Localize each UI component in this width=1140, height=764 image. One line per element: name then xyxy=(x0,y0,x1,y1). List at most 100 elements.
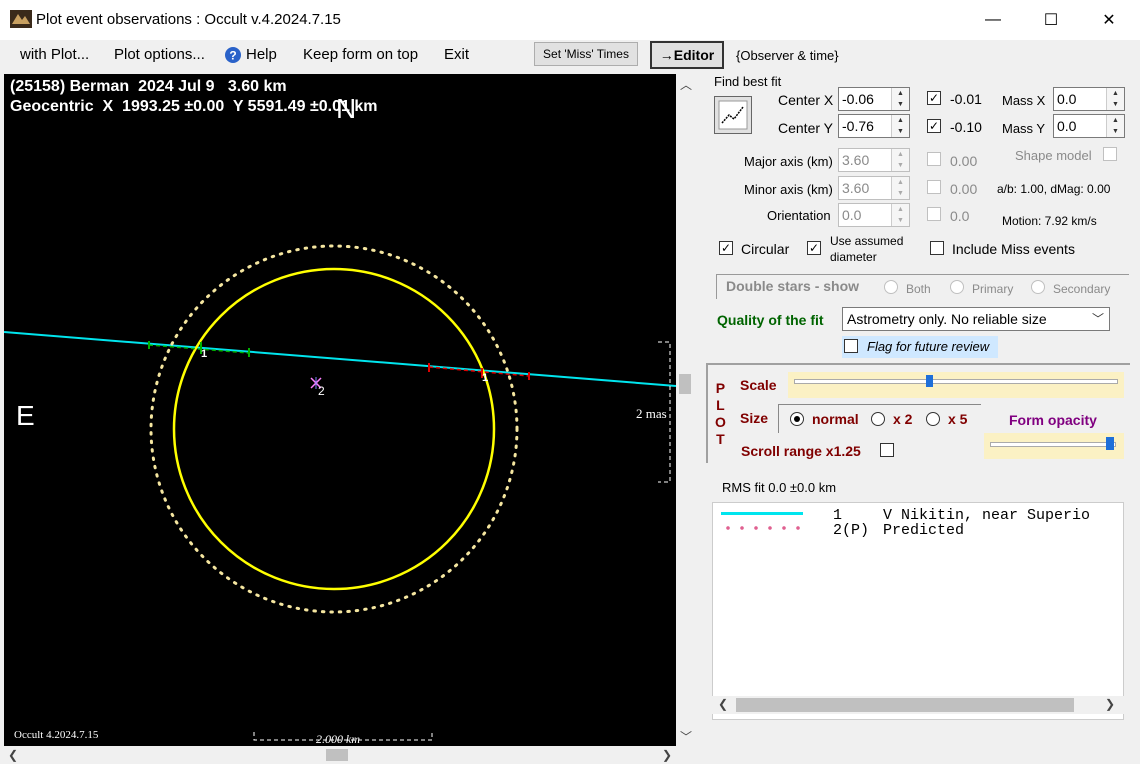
quality-dropdown[interactable]: Astrometry only. No reliable size ﹀ xyxy=(842,307,1110,331)
maximize-button[interactable]: ☐ xyxy=(1022,0,1080,40)
orientation-label: Orientation xyxy=(767,208,831,223)
shape-model-checkbox[interactable] xyxy=(1103,147,1117,161)
spin-arrows-icon[interactable]: ▲ ▼ xyxy=(891,149,909,171)
plot-canvas[interactable]: (25158) Berman 2024 Jul 9 3.60 km Geocen… xyxy=(4,74,676,746)
minor-axis-input[interactable]: 3.60 ▲ ▼ xyxy=(838,176,910,200)
fit-ellipse xyxy=(172,267,496,591)
flag-review-checkbox[interactable] xyxy=(844,339,858,353)
spin-arrows-icon[interactable]: ▲ ▼ xyxy=(891,204,909,226)
major-axis-checkbox[interactable] xyxy=(927,152,941,166)
center-label: 2 xyxy=(318,384,325,398)
menu-plot-options[interactable]: Plot options... xyxy=(114,46,205,63)
editor-button[interactable]: →Editor xyxy=(650,41,724,69)
orientation-checkbox[interactable] xyxy=(927,207,941,221)
rms-fit-label: RMS fit 0.0 ±0.0 km xyxy=(722,480,837,495)
scale-slider[interactable] xyxy=(788,372,1124,398)
major-axis-input[interactable]: 3.60 ▲ ▼ xyxy=(838,148,910,172)
spin-arrows-icon[interactable]: ▲ ▼ xyxy=(891,177,909,199)
scale-label: Scale xyxy=(740,377,777,393)
menu-keep-on-top[interactable]: Keep form on top xyxy=(303,46,418,63)
center-y-checkbox[interactable]: ✓ xyxy=(927,119,941,133)
motion-label: Motion: 7.92 km/s xyxy=(1002,214,1097,228)
diameter-label: diameter xyxy=(830,250,877,264)
double-stars-label: Double stars - show xyxy=(726,278,860,294)
legend-name-2: Predicted xyxy=(883,522,965,539)
size-label: Size xyxy=(740,410,769,426)
center-x-checkbox[interactable]: ✓ xyxy=(927,91,941,105)
spin-arrows-icon[interactable]: ▲ ▼ xyxy=(891,88,909,110)
orientation-input[interactable]: 0.0 ▲ ▼ xyxy=(838,203,910,227)
center-y-value: -0.76 xyxy=(842,118,874,134)
major-axis-step: 0.00 xyxy=(950,153,978,169)
panel-vscroll-thumb[interactable] xyxy=(679,374,691,394)
secondary-radio[interactable] xyxy=(1031,280,1045,294)
opacity-thumb[interactable] xyxy=(1106,437,1115,450)
minor-axis-checkbox[interactable] xyxy=(927,180,941,194)
quality-label: Quality of the fit xyxy=(717,312,824,328)
scale-thumb[interactable] xyxy=(926,375,934,387)
legend-num-2: 2(P) xyxy=(833,522,870,539)
mass-y-input[interactable]: 0.0 ▲ ▼ xyxy=(1053,114,1125,138)
menu-help[interactable]: Help xyxy=(246,46,277,63)
include-miss-checkbox[interactable] xyxy=(930,241,944,255)
scroll-range-checkbox[interactable] xyxy=(880,443,894,457)
size-normal-radio[interactable] xyxy=(790,412,804,426)
plot-side-label: P L O T xyxy=(715,380,726,448)
mass-x-input[interactable]: 0.0 ▲ ▼ xyxy=(1053,87,1125,111)
legend-scroll-left-icon[interactable]: ❮ xyxy=(718,697,728,711)
app-icon xyxy=(10,10,32,28)
fit-chart-icon xyxy=(718,100,748,130)
scroll-down-icon[interactable]: ﹀ xyxy=(680,728,692,745)
include-miss-label: Include Miss events xyxy=(952,241,1075,257)
menu-with-plot[interactable]: with Plot... xyxy=(20,46,89,63)
center-x-input[interactable]: -0.06 ▲ ▼ xyxy=(838,87,910,111)
plot-letter: L xyxy=(716,397,725,413)
minimize-button[interactable]: — xyxy=(964,0,1022,40)
major-axis-value: 3.60 xyxy=(842,152,870,168)
size-x2-radio[interactable] xyxy=(871,412,885,426)
shape-model-label: Shape model xyxy=(1015,148,1092,163)
window-title: Plot event observations : Occult v.4.202… xyxy=(36,11,341,28)
chord-label: 1 xyxy=(201,348,208,360)
use-assumed-checkbox[interactable]: ✓ xyxy=(807,241,821,255)
legend-scroll-right-icon[interactable]: ❯ xyxy=(1105,697,1115,711)
scroll-left-icon[interactable]: ❮ xyxy=(8,748,18,762)
orientation-value: 0.0 xyxy=(842,207,862,223)
best-fit-button[interactable] xyxy=(714,96,752,134)
set-miss-times-button[interactable]: Set 'Miss' Times xyxy=(534,42,638,66)
use-assumed-label: Use assumed xyxy=(830,234,904,248)
major-axis-label: Major axis (km) xyxy=(744,154,833,169)
primary-radio[interactable] xyxy=(950,280,964,294)
spin-arrows-icon[interactable]: ▲ ▼ xyxy=(1106,115,1124,137)
dotted-limb xyxy=(149,244,519,614)
legend-list[interactable]: 1 V Nikitin, near Superio 2(P) Predicted xyxy=(712,502,1124,720)
mas-label: 2 mas xyxy=(636,406,667,421)
scroll-up-icon[interactable]: ︿ xyxy=(680,76,692,93)
plot-letter: T xyxy=(716,431,725,447)
legend-hscroll-thumb[interactable] xyxy=(736,698,1074,712)
scale-label: 2.000 km xyxy=(316,732,360,746)
center-y-label: Center Y xyxy=(778,120,833,136)
size-x5-radio[interactable] xyxy=(926,412,940,426)
close-button[interactable]: ✕ xyxy=(1080,0,1138,40)
flag-review-label: Flag for future review xyxy=(867,339,990,354)
opacity-slider[interactable] xyxy=(984,433,1124,459)
minor-axis-label: Minor axis (km) xyxy=(744,182,833,197)
center-y-input[interactable]: -0.76 ▲ ▼ xyxy=(838,114,910,138)
spin-arrows-icon[interactable]: ▲ ▼ xyxy=(891,115,909,137)
size-x5-label: x 5 xyxy=(948,411,968,427)
help-icon[interactable]: ? xyxy=(224,46,242,64)
scroll-right-icon[interactable]: ❯ xyxy=(662,748,672,762)
chord-line xyxy=(4,331,676,387)
plot-footer: Occult 4.2024.7.15 xyxy=(14,729,99,741)
circular-label: Circular xyxy=(741,241,790,257)
chord-line-swatch xyxy=(721,512,803,515)
spin-arrows-icon[interactable]: ▲ ▼ xyxy=(1106,88,1124,110)
panel-vertical-scrollbar[interactable] xyxy=(676,74,696,746)
circular-checkbox[interactable]: ✓ xyxy=(719,241,733,255)
both-radio[interactable] xyxy=(884,280,898,294)
mass-x-label: Mass X xyxy=(1002,93,1046,108)
plot-hscroll-thumb[interactable] xyxy=(326,749,348,761)
menu-exit[interactable]: Exit xyxy=(444,46,469,63)
scroll-range-label: Scroll range x1.25 xyxy=(741,443,861,459)
